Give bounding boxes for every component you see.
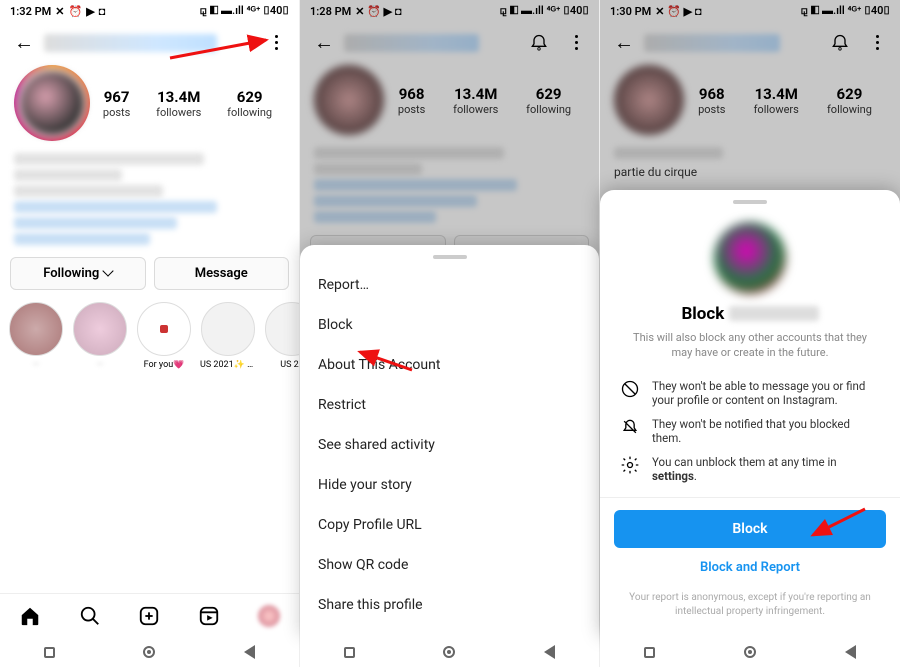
mute-icon: ✕	[55, 5, 64, 18]
android-nav[interactable]	[300, 637, 599, 667]
sheet-item-qr[interactable]: Show QR code	[300, 545, 599, 585]
more-options-icon[interactable]	[567, 35, 585, 50]
youtube-icon: ▶	[86, 5, 94, 18]
more-options-icon[interactable]	[868, 35, 886, 50]
profile-nav-icon[interactable]	[258, 605, 280, 627]
block-info-row: They won't be able to message you or fin…	[620, 379, 880, 407]
sheet-item-report[interactable]: Report…	[300, 265, 599, 305]
sheet-item-restrict[interactable]: Restrict	[300, 385, 599, 425]
notifications-icon[interactable]	[830, 33, 850, 53]
options-bottom-sheet: Report… Block About This Account Restric…	[300, 245, 599, 637]
highlights-row: — — For you💗 US 2021✨ 2/2 US 20	[0, 290, 299, 374]
more-options-icon[interactable]	[267, 35, 285, 50]
back-icon[interactable]: ←	[14, 30, 34, 55]
block-confirm-sheet: Block This will also block any other acc…	[600, 190, 900, 637]
create-icon[interactable]	[138, 605, 160, 627]
highlight-item[interactable]: —	[72, 302, 128, 370]
block-target-name-blurred	[729, 306, 819, 321]
top-bar: ←	[0, 20, 299, 65]
back-icon[interactable]: ←	[614, 30, 634, 55]
chevron-down-icon	[103, 265, 114, 276]
sheet-item-share[interactable]: Share this profile	[300, 585, 599, 625]
sheet-item-copy-url[interactable]: Copy Profile URL	[300, 505, 599, 545]
android-back-icon	[244, 645, 255, 659]
block-info-row: You can unblock them at any time in sett…	[620, 455, 880, 483]
block-subtitle: This will also block any other accounts …	[624, 330, 876, 361]
profile-avatar-ring[interactable]	[14, 65, 90, 141]
block-title: Block	[614, 304, 886, 324]
status-bar: 1:28 PM✕ ⏰ ▶ ◘ ⚼ ◧ ▬.ıll ⁴ᴳ⁺ ⌷40⌷	[300, 0, 599, 20]
sheet-grip[interactable]	[733, 200, 767, 204]
back-icon[interactable]: ←	[314, 30, 334, 55]
sheet-item-hide-story[interactable]: Hide your story	[300, 465, 599, 505]
notifications-icon[interactable]	[529, 33, 549, 53]
message-button[interactable]: Message	[154, 257, 290, 290]
bio-block	[14, 153, 285, 245]
screen-block-confirm: 1:30 PM✕ ⏰ ▶ ◘ ⚼ ◧ ▬.ıll ⁴ᴳ⁺ ⌷40⌷ ← 968p…	[600, 0, 900, 667]
highlight-item[interactable]: —	[8, 302, 64, 370]
screen-options-sheet: 1:28 PM✕ ⏰ ▶ ◘ ⚼ ◧ ▬.ıll ⁴ᴳ⁺ ⌷40⌷ ← 968p…	[300, 0, 600, 667]
block-info-row: They won't be notified that you blocked …	[620, 417, 880, 445]
status-right: ⚼ ◧ ▬.ıll ⁴ᴳ⁺ ⌷40⌷	[200, 4, 290, 18]
highlight-item[interactable]: US 2021✨ 2/2	[200, 302, 256, 370]
status-bar: 1:30 PM✕ ⏰ ▶ ◘ ⚼ ◧ ▬.ıll ⁴ᴳ⁺ ⌷40⌷	[600, 0, 900, 20]
stat-posts[interactable]: 967posts	[103, 88, 130, 119]
sheet-grip[interactable]	[433, 255, 467, 259]
android-home-icon	[143, 646, 155, 658]
stat-following[interactable]: 629following	[227, 88, 272, 119]
block-confirm-button[interactable]: Block	[614, 510, 886, 548]
username-blurred	[344, 34, 479, 52]
bio-visible-text: partie du cirque	[614, 165, 886, 179]
block-footer-note: Your report is anonymous, except if you'…	[614, 591, 886, 619]
stat-followers[interactable]: 13.4Mfollowers	[156, 88, 201, 119]
sheet-item-block[interactable]: Block	[300, 305, 599, 345]
screen-profile: 1:32 PM ✕ ⏰ ▶ ◘ ⚼ ◧ ▬.ıll ⁴ᴳ⁺ ⌷40⌷ ← 967…	[0, 0, 300, 667]
username-blurred	[44, 34, 217, 52]
bottom-nav	[0, 593, 299, 637]
home-icon[interactable]	[19, 605, 41, 627]
following-button[interactable]: Following	[10, 257, 146, 290]
sheet-item-shared-activity[interactable]: See shared activity	[300, 425, 599, 465]
action-buttons: Following Message	[0, 257, 299, 290]
stats-row: 967posts 13.4Mfollowers 629following	[0, 65, 299, 145]
block-and-report-button[interactable]: Block and Report	[614, 548, 886, 587]
username-blurred	[644, 34, 780, 52]
reels-icon[interactable]	[198, 605, 220, 627]
android-recents-icon	[44, 647, 55, 658]
sheet-item-about[interactable]: About This Account	[300, 345, 599, 385]
highlight-item[interactable]: US 20	[264, 302, 299, 370]
android-nav[interactable]	[0, 637, 299, 667]
status-time: 1:28 PM	[310, 5, 351, 18]
block-target-avatar	[714, 222, 786, 294]
android-nav[interactable]	[600, 637, 900, 667]
status-time: 1:32 PM	[10, 5, 51, 18]
status-time: 1:30 PM	[610, 5, 651, 18]
bell-off-icon	[620, 417, 640, 437]
gear-icon	[620, 455, 640, 475]
search-icon[interactable]	[79, 605, 101, 627]
status-bar: 1:32 PM ✕ ⏰ ▶ ◘ ⚼ ◧ ▬.ıll ⁴ᴳ⁺ ⌷40⌷	[0, 0, 299, 20]
instagram-icon: ◘	[99, 5, 106, 18]
alarm-icon: ⏰	[69, 5, 83, 18]
highlight-item[interactable]: For you💗	[136, 302, 192, 370]
no-message-icon	[620, 379, 640, 399]
